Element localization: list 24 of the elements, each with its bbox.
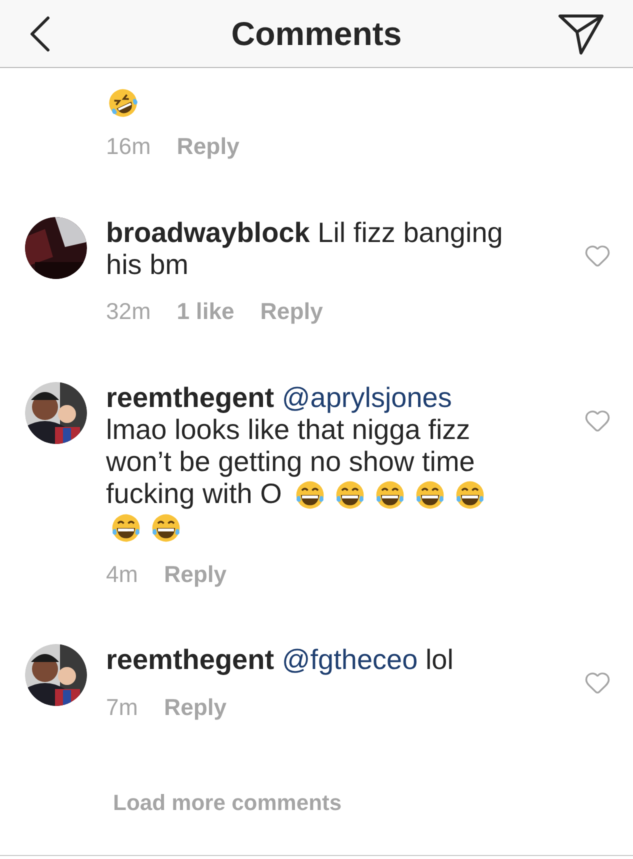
laughing-tears-face-icon: [414, 480, 446, 510]
back-icon[interactable]: [28, 14, 52, 52]
comment-text: reemthegent @aprylsjones lmao looks like that nigga fizz won’t be getting no show time fucking with O: [106, 382, 518, 543]
reply-link[interactable]: Reply: [164, 556, 227, 592]
reply-link[interactable]: Reply: [164, 690, 227, 724]
send-icon[interactable]: [557, 12, 605, 56]
laughing-tears-face-icon: [150, 512, 182, 543]
reply-link[interactable]: Reply: [260, 294, 323, 329]
comment-time: 32m: [106, 297, 151, 326]
comment-text: broadwayblock Lil fizz banging his bm: [106, 216, 504, 281]
comment-time: 16m: [106, 132, 151, 162]
laughing-tears-face-icon: [294, 480, 326, 510]
comment-time: 4m: [106, 560, 138, 589]
rolling-laughing-face-icon: [108, 88, 138, 118]
laughing-tears-face-icon: [334, 480, 366, 510]
load-more-comments-link[interactable]: Load more comments: [113, 786, 342, 819]
likes-count-link[interactable]: 1 like: [176, 294, 234, 329]
laughing-tears-face-icon: [454, 480, 486, 510]
header-title: Comments: [230, 14, 402, 54]
laughing-tears-face-icon: [374, 480, 406, 510]
reply-link[interactable]: Reply: [176, 129, 240, 164]
laughing-tears-face-icon: [110, 512, 142, 543]
comment-time: 7m: [106, 692, 138, 722]
comment-text: reemthegent @fgtheceo lol: [106, 644, 454, 676]
